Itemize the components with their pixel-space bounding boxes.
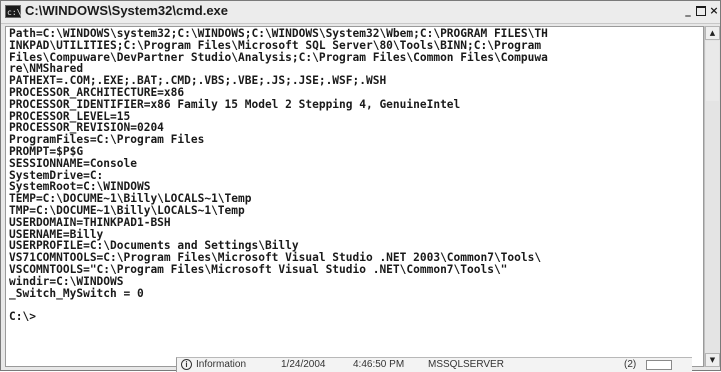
scroll-up-arrow[interactable]: ▲: [705, 26, 720, 40]
console-text: Path=C:\WINDOWS\system32;C:\WINDOWS;C:\W…: [9, 28, 703, 323]
cmd-window: c:\ C:\WINDOWS\System32\cmd.exe _ × Path…: [0, 0, 721, 371]
close-button[interactable]: ×: [707, 4, 721, 18]
command-prompt: C:\>: [9, 310, 36, 324]
information-icon: i: [181, 359, 192, 370]
vertical-scrollbar[interactable]: ▲ ▼: [704, 26, 720, 367]
console-line: ProgramFiles=C:\Program Files: [9, 133, 205, 147]
console-line: _Switch_MySwitch = 0: [9, 286, 144, 300]
event-time: 4:46:50 PM: [353, 359, 405, 370]
maximize-icon: [696, 6, 706, 16]
console-line: SESSIONNAME=Console: [9, 156, 137, 170]
window-title: C:\WINDOWS\System32\cmd.exe: [25, 3, 229, 18]
background-event-row[interactable]: i Information 1/24/2004 4:46:50 PM MSSQL…: [176, 357, 692, 372]
console-line: TMP=C:\DOCUME~1\Billy\LOCALS~1\Temp: [9, 203, 245, 217]
console-line: VSCOMNTOOLS="C:\Program Files\Microsoft …: [9, 262, 508, 276]
maximize-button[interactable]: [694, 4, 708, 18]
event-category: (2): [624, 359, 637, 370]
event-date: 1/24/2004: [281, 359, 326, 370]
minimize-button[interactable]: _: [681, 4, 695, 18]
event-type: Information: [196, 359, 247, 370]
scroll-thumb[interactable]: [706, 41, 719, 101]
title-bar[interactable]: c:\ C:\WINDOWS\System32\cmd.exe _ ×: [1, 1, 720, 24]
console-line: Files\Compuware\DevPartner Studio\Analys…: [9, 50, 548, 64]
console-output[interactable]: Path=C:\WINDOWS\system32;C:\WINDOWS;C:\W…: [5, 26, 704, 367]
console-line: PROMPT=$P$G: [9, 144, 84, 158]
event-source: MSSQLSERVER: [428, 359, 504, 370]
console-line: PROCESSOR_IDENTIFIER=x86 Family 15 Model…: [9, 97, 461, 111]
console-line: USERDOMAIN=THINKPAD1-BSH: [9, 215, 171, 229]
console-line: windir=C:\WINDOWS: [9, 274, 124, 288]
console-line: PROCESSOR_ARCHITECTURE=x86: [9, 85, 185, 99]
console-line: INKPAD\UTILITIES;C:\Program Files\Micros…: [9, 38, 542, 52]
scroll-down-arrow[interactable]: ▼: [705, 353, 720, 367]
cmd-icon[interactable]: c:\: [5, 5, 21, 18]
event-user-box: [646, 360, 672, 370]
